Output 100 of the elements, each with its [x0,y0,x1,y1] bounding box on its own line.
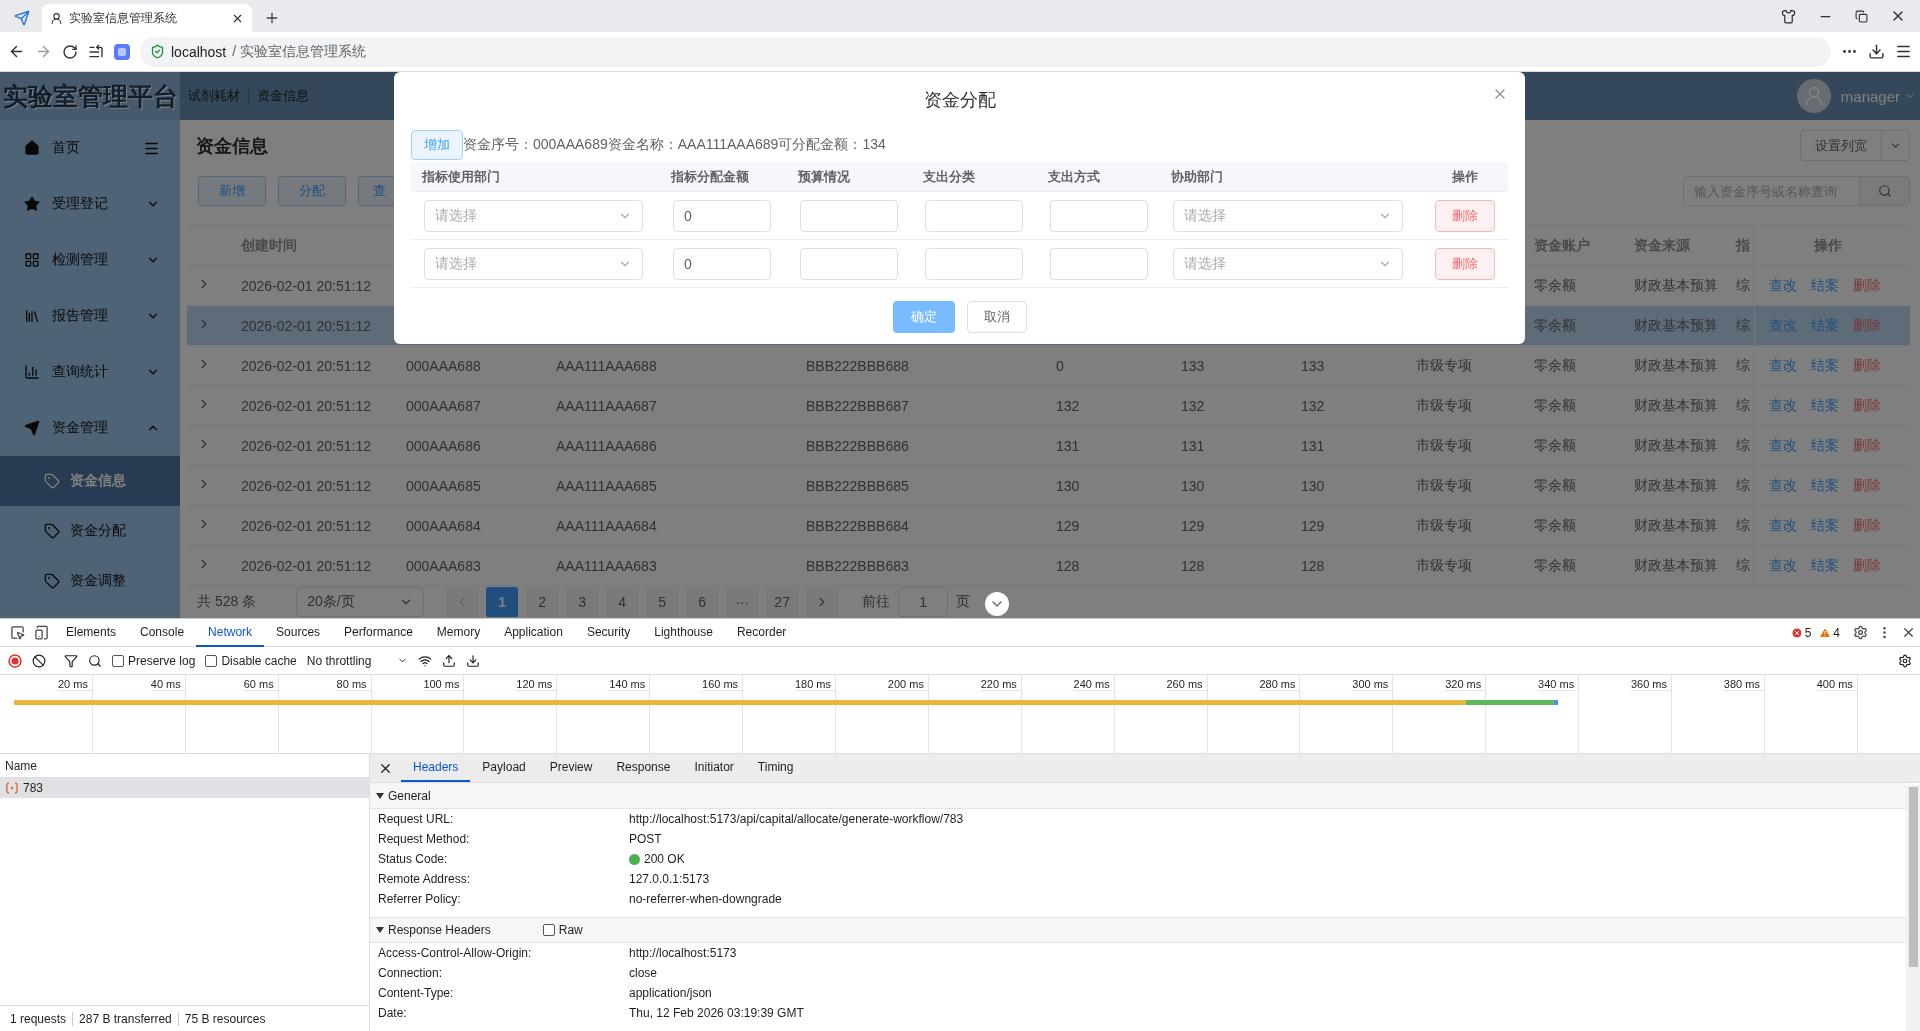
close-case-link[interactable]: 结案 [1811,436,1839,455]
close-case-link[interactable]: 结案 [1811,396,1839,415]
devtools-tab[interactable]: Performance [332,618,425,647]
devtools-tab[interactable]: Lighthouse [642,618,725,647]
request-row[interactable]: 783 [0,778,369,798]
devtools-tab[interactable]: Elements [54,618,129,647]
table-row[interactable]: 2026-02-01 20:51:12 000AAA687 AAA111AAA687 BBB222BBB687 132 132 132 市级专项 零余额 财政基本预算 综 查改 结案 删除 [187,386,1910,427]
import-icon[interactable] [442,653,457,668]
disable-cache-checkbox[interactable]: Disable cache [205,653,297,668]
page-button[interactable]: 4 [606,587,639,618]
delete-link[interactable]: 删除 [1853,356,1881,375]
sidebar-subitem[interactable]: 资金调整 [0,556,180,606]
edit-link[interactable]: 查改 [1769,356,1797,375]
error-count[interactable]: 5 [1790,625,1812,640]
close-case-link[interactable]: 结案 [1811,556,1839,575]
close-case-link[interactable]: 结案 [1811,356,1839,375]
input-field[interactable] [925,199,1023,232]
close-case-link[interactable]: 结案 [1811,476,1839,495]
section-header[interactable]: General [370,783,1906,809]
input-field[interactable] [1050,247,1148,280]
assist-department-select[interactable]: 请选择 [1173,199,1403,232]
amount-field[interactable]: 0 [673,199,771,232]
sidebar-item[interactable]: 资金管理 [0,400,180,456]
devtools-tab[interactable]: Memory [424,618,493,647]
delete-link[interactable]: 删除 [1853,556,1881,575]
scrollbar[interactable] [1906,785,1920,1031]
goto-page-field[interactable]: 1 [898,587,949,618]
table-row[interactable]: 2026-02-01 20:51:12 000AAA684 AAA111AAA684 BBB222BBB684 129 129 129 市级专项 零余额 财政基本预算 综 查改 结案 删除 [187,506,1910,547]
toolbar-button[interactable]: 分配 [278,176,346,207]
menu-icon[interactable] [1895,43,1912,60]
cancel-button[interactable]: 取消 [966,301,1027,333]
forward-icon[interactable] [35,43,52,60]
sidebar-item[interactable]: 报告管理 [0,288,180,344]
devtools-tab[interactable]: Application [492,618,575,647]
detail-tab[interactable]: Initiator [682,754,746,782]
settings-icon[interactable] [1898,653,1912,668]
page-button[interactable]: 6 [686,587,719,618]
sidebar-item[interactable]: 查询统计 [0,344,180,400]
sidebar-item[interactable]: 受理登记 [0,176,180,232]
browser-tab[interactable]: 实验室信息管理系统 [42,4,252,32]
throttling-select[interactable]: No throttling [306,653,409,668]
table-row[interactable]: 2026-02-01 20:51:12 000AAA688 AAA111AAA688 BBB222BBB688 0 133 133 市级专项 零余额 财政基本预算 综 查改 结案 删除 [187,346,1910,387]
detail-tab[interactable]: Response [604,754,683,782]
clear-icon[interactable] [32,653,46,668]
devtools-tab[interactable]: Recorder [724,618,799,647]
filter-icon[interactable] [64,653,78,668]
page-button[interactable]: 5 [646,587,679,618]
add-button[interactable]: 增加 [411,130,463,160]
export-icon[interactable] [466,653,481,668]
delete-link[interactable]: 删除 [1853,476,1881,495]
delete-link[interactable]: 删除 [1853,276,1881,295]
address-bar[interactable]: localhost / 实验室信息管理系统 [140,36,1831,67]
preserve-log-checkbox[interactable]: Preserve log [112,653,196,668]
edit-link[interactable]: 查改 [1769,276,1797,295]
input-field[interactable] [800,199,898,232]
delete-link[interactable]: 删除 [1853,316,1881,335]
department-select[interactable]: 请选择 [424,199,643,232]
table-row[interactable]: 2026-02-01 20:51:12 000AAA686 AAA111AAA686 BBB222BBB686 131 131 131 市级专项 零余额 财政基本预算 综 查改 结案 删除 [187,426,1910,467]
devtools-tab[interactable]: Console [128,618,197,647]
inspect-icon[interactable] [9,625,25,640]
sidebar-item[interactable]: 首页 [0,120,180,176]
download-icon[interactable] [1868,43,1885,60]
bookmark-list-icon[interactable] [88,43,104,60]
delete-link[interactable]: 删除 [1853,516,1881,535]
detail-tab[interactable]: Preview [537,754,605,782]
column-width-button[interactable]: 设置列宽 [1800,130,1910,162]
raw-checkbox[interactable]: Raw [542,923,583,937]
delete-button[interactable]: 删除 [1435,247,1495,280]
page-button[interactable]: 2 [526,587,559,618]
breadcrumb-item[interactable]: 试剂耗材 [180,87,248,105]
devtools-tab[interactable]: Sources [264,618,333,647]
amount-field[interactable]: 0 [673,247,771,280]
shirt-icon[interactable] [1781,8,1796,24]
confirm-button[interactable]: 确定 [892,301,955,333]
close-case-link[interactable]: 结案 [1811,276,1839,295]
delete-link[interactable]: 删除 [1853,396,1881,415]
section-header[interactable]: Response Headers Raw [370,917,1906,943]
input-field[interactable] [925,247,1023,280]
toolbar-button[interactable]: 新增 [198,176,266,207]
back-icon[interactable] [8,43,25,60]
edit-link[interactable]: 查改 [1769,436,1797,455]
edit-link[interactable]: 查改 [1769,516,1797,535]
page-button[interactable]: 27 [766,587,799,618]
input-field[interactable] [800,247,898,280]
assist-department-select[interactable]: 请选择 [1173,247,1403,280]
restore-icon[interactable] [1855,9,1868,23]
edit-link[interactable]: 查改 [1769,476,1797,495]
new-tab-icon[interactable] [264,10,280,26]
user-name[interactable]: manager [1840,87,1900,105]
sidebar-item[interactable]: 检测管理 [0,232,180,288]
devtools-tab[interactable]: Network [196,618,265,647]
device-toolbar-icon[interactable] [33,625,49,640]
table-row[interactable]: 2026-02-01 20:51:12 000AAA683 AAA111AAA683 BBB222BBB683 128 128 128 市级专项 零余额 财政基本预算 综 查改 结案 删除 [187,546,1910,587]
warning-count[interactable]: 4 [1819,625,1840,640]
department-select[interactable]: 请选择 [424,247,643,280]
network-conditions-icon[interactable] [418,653,433,668]
devtools-tab[interactable]: Security [574,618,643,647]
record-icon[interactable] [8,653,22,668]
reload-icon[interactable] [62,43,78,60]
sidebar-subitem[interactable]: 资金分配 [0,506,180,556]
